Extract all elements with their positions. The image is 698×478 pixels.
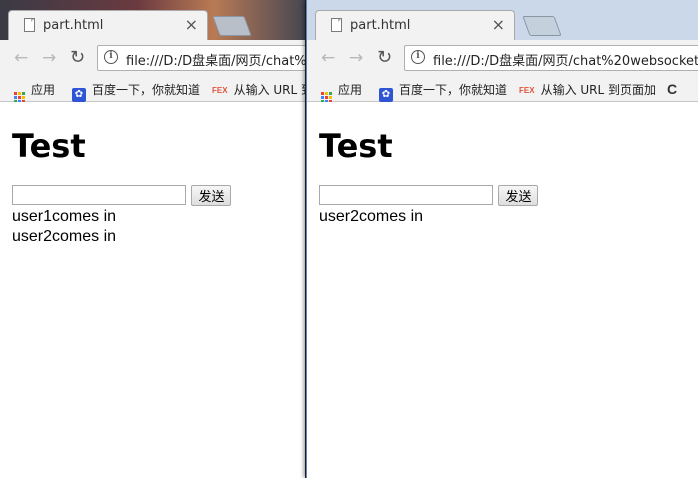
tab-strip: part.html ×: [307, 0, 698, 40]
bookmark-baidu-label: 百度一下，你就知道: [399, 83, 508, 97]
address-bar[interactable]: i file:///D:/D盘桌面/网页/chat%20websocket/pa…: [97, 45, 305, 71]
page-content: Test 发送 user1comes in user2comes in: [0, 102, 305, 478]
apps-dot: [321, 92, 324, 95]
send-button[interactable]: 发送: [191, 185, 232, 206]
new-tab-button[interactable]: [212, 16, 252, 36]
tab-part-html[interactable]: part.html ×: [8, 10, 208, 40]
close-icon[interactable]: ×: [492, 15, 505, 35]
apps-dot: [321, 96, 324, 99]
message-item: user1comes in: [12, 208, 117, 225]
apps-dot: [18, 96, 21, 99]
bookmark-extra[interactable]: C: [667, 81, 677, 97]
bookmark-fex[interactable]: FEX 从输入 URL 到页面加载: [212, 81, 305, 98]
tab-title: part.html: [43, 18, 104, 33]
tab-title: part.html: [350, 18, 411, 33]
message-item: user2comes in: [12, 228, 117, 245]
message-input[interactable]: [319, 185, 493, 205]
toolbar: ← → ↻ i file:///D:/D盘桌面/网页/chat%20websoc…: [307, 40, 698, 76]
bookmarks-bar: 应用 ✿ 百度一下，你就知道 FEX 从输入 URL 到页面加 C: [307, 76, 698, 103]
apps-dot: [325, 96, 328, 99]
bookmark-fex[interactable]: FEX 从输入 URL 到页面加: [519, 81, 656, 98]
apps-dot: [329, 92, 332, 95]
url-text[interactable]: file:///D:/D盘桌面/网页/chat%20websocket/part…: [126, 50, 305, 69]
browser-window-user1: part.html × ← → ↻ i file:///D:/D盘桌面/网页/c…: [0, 0, 305, 478]
fex-icon: FEX: [519, 86, 535, 95]
bookmark-baidu[interactable]: ✿ 百度一下，你就知道: [72, 81, 200, 102]
info-icon[interactable]: i: [411, 50, 425, 64]
page-content: Test 发送 user2comes in: [307, 102, 698, 478]
bookmark-fex-label: 从输入 URL 到页面加: [540, 83, 656, 97]
message-form: 发送: [12, 185, 293, 207]
reload-icon[interactable]: ↻: [70, 48, 85, 68]
close-icon[interactable]: ×: [185, 15, 198, 35]
apps-dot: [18, 92, 21, 95]
message-form: 发送: [319, 185, 687, 207]
bookmark-fex-label: 从输入 URL 到页面加载: [233, 83, 305, 97]
reload-icon[interactable]: ↻: [377, 48, 392, 68]
bookmark-apps[interactable]: 应用: [14, 81, 55, 103]
baidu-paw-icon: ✿: [72, 88, 86, 102]
bookmarks-bar: 应用 ✿ 百度一下，你就知道 FEX 从输入 URL 到页面加载: [0, 76, 305, 103]
message-input[interactable]: [12, 185, 186, 205]
apps-dot: [22, 92, 25, 95]
address-bar[interactable]: i file:///D:/D盘桌面/网页/chat%20websocket/pa…: [404, 45, 698, 71]
send-button[interactable]: 发送: [498, 185, 539, 206]
bookmark-apps-label: 应用: [31, 83, 56, 97]
apps-dot: [329, 96, 332, 99]
message-list: user1comes in user2comes in: [12, 207, 293, 247]
apps-dot: [14, 92, 17, 95]
page-heading: Test: [12, 127, 86, 165]
forward-arrow-icon[interactable]: →: [42, 48, 56, 68]
forward-arrow-icon[interactable]: →: [349, 48, 363, 68]
tab-strip: part.html ×: [0, 0, 305, 40]
message-item: user2comes in: [319, 208, 424, 225]
page-icon: [24, 18, 35, 32]
toolbar: ← → ↻ i file:///D:/D盘桌面/网页/chat%20websoc…: [0, 40, 305, 76]
baidu-paw-icon: ✿: [379, 88, 393, 102]
apps-dot: [325, 92, 328, 95]
new-tab-button[interactable]: [522, 16, 562, 36]
bookmark-baidu[interactable]: ✿ 百度一下，你就知道: [379, 81, 507, 102]
fex-icon: FEX: [212, 86, 228, 95]
back-arrow-icon[interactable]: ←: [321, 48, 335, 68]
page-heading: Test: [319, 127, 393, 165]
browser-window-user2: part.html × ← → ↻ i file:///D:/D盘桌面/网页/c…: [306, 0, 698, 478]
apps-dot: [14, 96, 17, 99]
apps-dot: [22, 96, 25, 99]
bookmark-baidu-label: 百度一下，你就知道: [92, 83, 201, 97]
info-icon[interactable]: i: [104, 50, 118, 64]
bookmark-apps[interactable]: 应用: [321, 81, 362, 103]
message-list: user2comes in: [319, 207, 687, 227]
tab-part-html[interactable]: part.html ×: [315, 10, 515, 40]
page-icon: [331, 18, 342, 32]
c-logo-icon: C: [667, 81, 678, 97]
back-arrow-icon[interactable]: ←: [14, 48, 28, 68]
bookmark-apps-label: 应用: [338, 83, 363, 97]
url-text[interactable]: file:///D:/D盘桌面/网页/chat%20websocket/part…: [433, 50, 698, 69]
